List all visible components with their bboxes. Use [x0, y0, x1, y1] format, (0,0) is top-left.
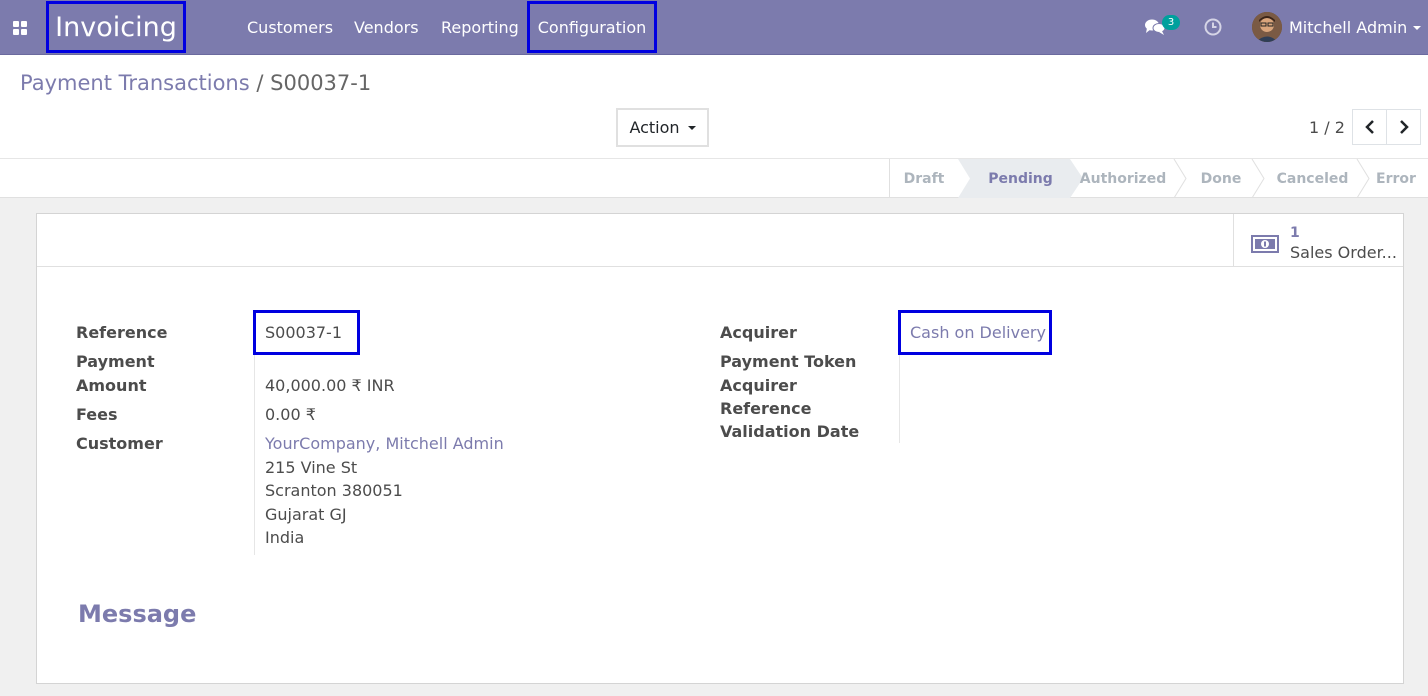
breadcrumb-current: S00037-1	[270, 71, 372, 95]
smart-button-label: Sales Order...	[1290, 243, 1397, 262]
acquirer-link[interactable]: Cash on Delivery	[910, 321, 1046, 344]
reference-label: Reference	[76, 323, 168, 342]
top-navbar: Invoicing Customers Vendors Reporting Co…	[0, 0, 1428, 55]
message-section-title: Message	[78, 600, 197, 628]
user-menu[interactable]: Mitchell Admin	[1289, 0, 1407, 55]
customer-address-line: Gujarat GJ	[265, 505, 347, 524]
stage-draft[interactable]: Draft	[890, 159, 958, 198]
payment-amount-label-line2: Amount	[76, 376, 147, 395]
customer-address-line: India	[265, 528, 305, 547]
breadcrumb-parent[interactable]: Payment Transactions	[20, 71, 250, 95]
stage-done[interactable]: Done	[1186, 159, 1256, 198]
stage-separator	[1173, 159, 1187, 198]
acquirer-reference-label-line2: Reference	[720, 399, 812, 418]
acquirer-reference-label-line1: Acquirer	[720, 376, 797, 395]
caret-down-icon	[687, 125, 696, 130]
avatar[interactable]	[1252, 12, 1282, 42]
breadcrumb: Payment Transactions / S00037-1	[20, 71, 371, 95]
customer-address-line: Scranton 380051	[265, 481, 403, 500]
money-icon	[1251, 235, 1279, 253]
stage-authorized[interactable]: Authorized	[1070, 159, 1176, 198]
payment-token-label: Payment Token	[720, 352, 857, 371]
validation-date-label: Validation Date	[720, 422, 860, 441]
action-button[interactable]: Action	[616, 108, 709, 147]
action-label: Action	[629, 118, 680, 137]
payment-amount-label-line1: Payment	[76, 352, 155, 371]
status-stages: Draft Pending Authorized Done Canceled E…	[889, 159, 1416, 198]
chat-count-badge: 3	[1162, 15, 1180, 30]
clock-icon[interactable]	[1204, 18, 1222, 36]
apps-menu-icon[interactable]	[0, 0, 40, 55]
menu-vendors[interactable]: Vendors	[354, 0, 419, 55]
fees-label: Fees	[76, 405, 118, 424]
button-box: 1 Sales Order...	[37, 214, 1403, 267]
stage-canceled[interactable]: Canceled	[1261, 159, 1364, 198]
breadcrumb-separator: /	[256, 71, 264, 95]
menu-configuration[interactable]: Configuration	[527, 1, 657, 53]
pager-previous-button[interactable]	[1352, 109, 1387, 145]
field-separator	[254, 355, 255, 555]
form-sheet: 1 Sales Order... Reference S00037-1 Paym…	[36, 213, 1404, 684]
field-separator	[899, 355, 900, 443]
customer-link[interactable]: YourCompany, Mitchell Admin	[265, 432, 504, 455]
reference-value[interactable]: S00037-1	[265, 321, 342, 344]
status-bar: Draft Pending Authorized Done Canceled E…	[0, 158, 1428, 198]
sales-orders-smart-button[interactable]: 1 Sales Order...	[1233, 214, 1404, 267]
pager-value[interactable]: 1 / 2	[1309, 118, 1345, 137]
app-name[interactable]: Invoicing	[46, 1, 186, 53]
customer-address-line: 215 Vine St	[265, 458, 358, 477]
menu-reporting[interactable]: Reporting	[441, 0, 519, 55]
payment-amount-value[interactable]: 40,000.00 ₹ INR	[265, 374, 395, 397]
chevron-left-icon	[1364, 120, 1374, 134]
menu-customers[interactable]: Customers	[247, 0, 333, 55]
stage-error[interactable]: Error	[1364, 159, 1428, 198]
pager-next-button[interactable]	[1386, 109, 1421, 145]
acquirer-label: Acquirer	[720, 323, 797, 342]
chevron-down-icon[interactable]	[1413, 26, 1421, 30]
fees-value[interactable]: 0.00 ₹	[265, 403, 316, 426]
stage-pending[interactable]: Pending	[958, 159, 1083, 198]
customer-label: Customer	[76, 434, 163, 453]
smart-button-value: 1	[1290, 225, 1300, 241]
chevron-right-icon	[1399, 120, 1409, 134]
